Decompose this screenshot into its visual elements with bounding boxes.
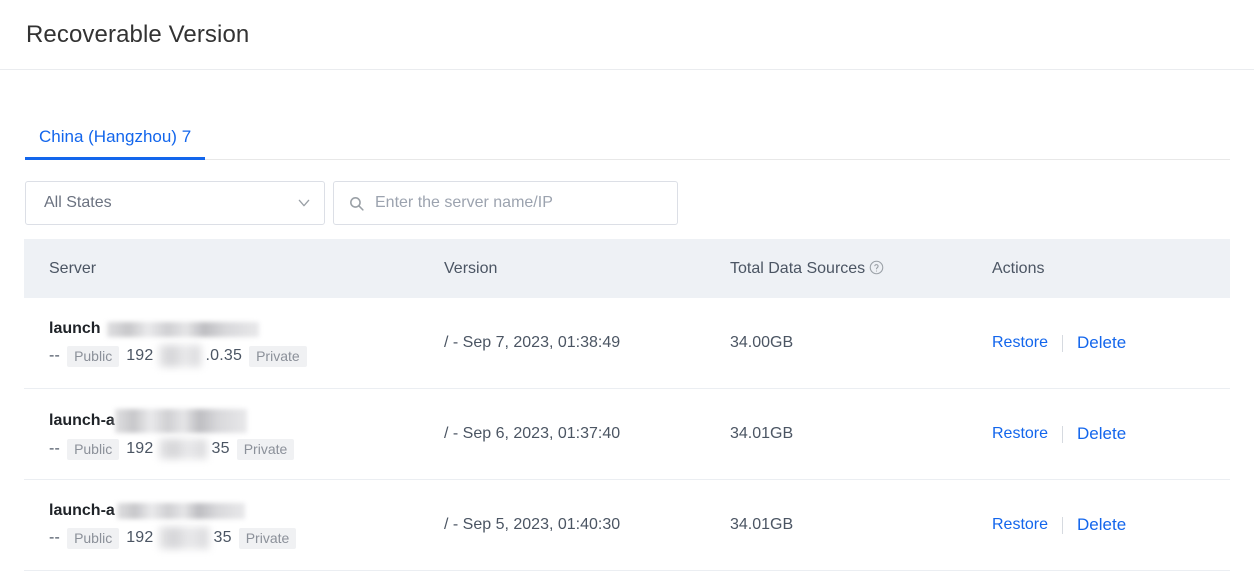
cell-version: / - Sep 6, 2023, 01:37:40: [444, 425, 730, 443]
search-icon: [348, 195, 365, 212]
restore-button[interactable]: Restore: [992, 334, 1048, 352]
page-header: Recoverable Version: [0, 0, 1254, 70]
column-header-actions: Actions: [992, 260, 1230, 278]
ip-visible-end: 35: [214, 528, 232, 548]
ip-visible-start: 192: [126, 528, 153, 548]
region-tabs: China (Hangzhou) 7: [25, 70, 1230, 160]
column-header-version: Version: [444, 260, 730, 278]
server-name: launch: [49, 319, 444, 339]
server-ip: -- Public 192 35 Private: [49, 527, 444, 549]
server-name: launch-a: [49, 409, 444, 433]
network-type-private: Private: [249, 346, 307, 367]
cell-server: launch-a -- Public 192 35 Private: [24, 501, 444, 549]
cell-actions: Restore Delete: [992, 515, 1230, 535]
network-type-public: Public: [67, 439, 119, 460]
server-name-text: launch-a: [49, 501, 115, 521]
recoverable-version-table: Server Version Total Data Sources Action…: [24, 239, 1230, 571]
server-ip: -- Public 192 .0.35 Private: [49, 345, 444, 367]
restore-button[interactable]: Restore: [992, 425, 1048, 443]
action-separator: [1062, 517, 1063, 534]
delete-button[interactable]: Delete: [1077, 515, 1126, 535]
ip-redacted: [159, 345, 201, 367]
ip-redacted: [159, 527, 209, 549]
page-title: Recoverable Version: [26, 21, 249, 49]
cell-total-data-sources: 34.01GB: [730, 516, 992, 534]
network-type-private: Private: [239, 528, 297, 549]
cell-total-data-sources: 34.01GB: [730, 425, 992, 443]
question-circle-icon[interactable]: [869, 260, 884, 275]
ip-prefix: --: [49, 528, 60, 548]
server-name-redacted: [107, 322, 259, 337]
ip-visible-end: .0.35: [206, 346, 243, 366]
network-type-private: Private: [237, 439, 295, 460]
table-row: launch-a -- Public 192 35 Private / - Se…: [24, 480, 1230, 571]
server-ip: -- Public 192 35 Private: [49, 439, 444, 460]
search-box[interactable]: [333, 181, 678, 225]
chevron-down-icon: [296, 195, 312, 211]
search-input[interactable]: [375, 194, 665, 212]
ip-visible-start: 192: [126, 346, 153, 366]
server-name-redacted: [115, 409, 247, 433]
ip-visible-start: 192: [126, 439, 153, 459]
cell-server: launch -- Public 192 .0.35 Private: [24, 319, 444, 367]
delete-button[interactable]: Delete: [1077, 333, 1126, 353]
tab-label: China (Hangzhou) 7: [39, 127, 191, 146]
action-separator: [1062, 426, 1063, 443]
server-name-text: launch-a: [49, 411, 115, 431]
column-header-total-data-sources-label: Total Data Sources: [730, 260, 865, 277]
ip-prefix: --: [49, 346, 60, 366]
network-type-public: Public: [67, 528, 119, 549]
ip-prefix: --: [49, 439, 60, 459]
server-name-text: launch: [49, 319, 101, 339]
network-type-public: Public: [67, 346, 119, 367]
filter-bar: All States: [24, 160, 1230, 239]
cell-version: / - Sep 5, 2023, 01:40:30: [444, 516, 730, 534]
table-row: launch-a -- Public 192 35 Private / - Se…: [24, 389, 1230, 480]
table-header-row: Server Version Total Data Sources Action…: [24, 239, 1230, 298]
cell-server: launch-a -- Public 192 35 Private: [24, 409, 444, 460]
action-separator: [1062, 335, 1063, 352]
server-name-redacted: [117, 503, 245, 519]
column-header-total-data-sources: Total Data Sources: [730, 260, 992, 278]
cell-actions: Restore Delete: [992, 333, 1230, 353]
state-filter-value: All States: [44, 194, 296, 212]
cell-total-data-sources: 34.00GB: [730, 334, 992, 352]
server-name: launch-a: [49, 501, 444, 521]
ip-visible-end: 35: [212, 439, 230, 459]
body-area: China (Hangzhou) 7 All States Server Ver…: [0, 70, 1254, 571]
cell-version: / - Sep 7, 2023, 01:38:49: [444, 334, 730, 352]
tab-china-hangzhou[interactable]: China (Hangzhou) 7: [25, 128, 205, 159]
column-header-server: Server: [24, 260, 444, 278]
delete-button[interactable]: Delete: [1077, 424, 1126, 444]
ip-redacted: [159, 439, 207, 459]
state-filter-select[interactable]: All States: [25, 181, 325, 225]
table-row: launch -- Public 192 .0.35 Private / - S…: [24, 298, 1230, 389]
restore-button[interactable]: Restore: [992, 516, 1048, 534]
cell-actions: Restore Delete: [992, 424, 1230, 444]
